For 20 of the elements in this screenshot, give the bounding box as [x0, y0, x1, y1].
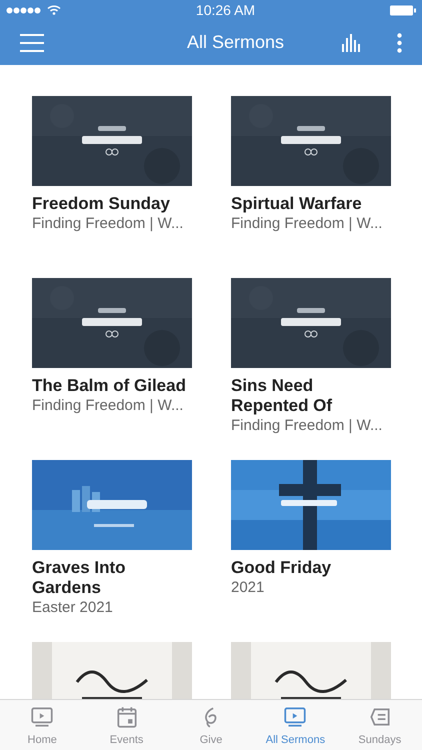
sermon-subtitle: Finding Freedom | W...	[32, 396, 184, 415]
sermon-subtitle: Finding Freedom | W...	[32, 214, 184, 233]
more-options-icon[interactable]	[397, 32, 402, 52]
menu-button[interactable]	[20, 34, 44, 52]
battery-icon	[390, 4, 416, 16]
signal-icon	[6, 6, 42, 14]
sermon-title[interactable]: Good Friday	[231, 558, 391, 578]
sermon-title[interactable]: Sins Need Repented Of	[231, 376, 391, 416]
sermon-subtitle: Easter 2021	[32, 598, 114, 617]
sermon-subtitle: Finding Freedom | W...	[231, 416, 384, 435]
sermon-title[interactable]: Spirtual Warfare	[231, 194, 391, 214]
page-title: All Sermons	[186, 31, 284, 54]
sermon-subtitle: Finding Freedom | W...	[231, 214, 384, 233]
sermon-subtitle: 2021	[231, 578, 266, 597]
status-time: 10:26 AM	[196, 0, 256, 20]
sermon-title[interactable]: Graves Into Gardens	[32, 558, 192, 598]
sermon-title[interactable]: The Balm of Gilead	[32, 376, 192, 396]
sermon-title[interactable]: Freedom Sunday	[32, 194, 192, 214]
audio-bars-icon[interactable]	[341, 34, 363, 52]
wifi-icon	[47, 5, 61, 15]
